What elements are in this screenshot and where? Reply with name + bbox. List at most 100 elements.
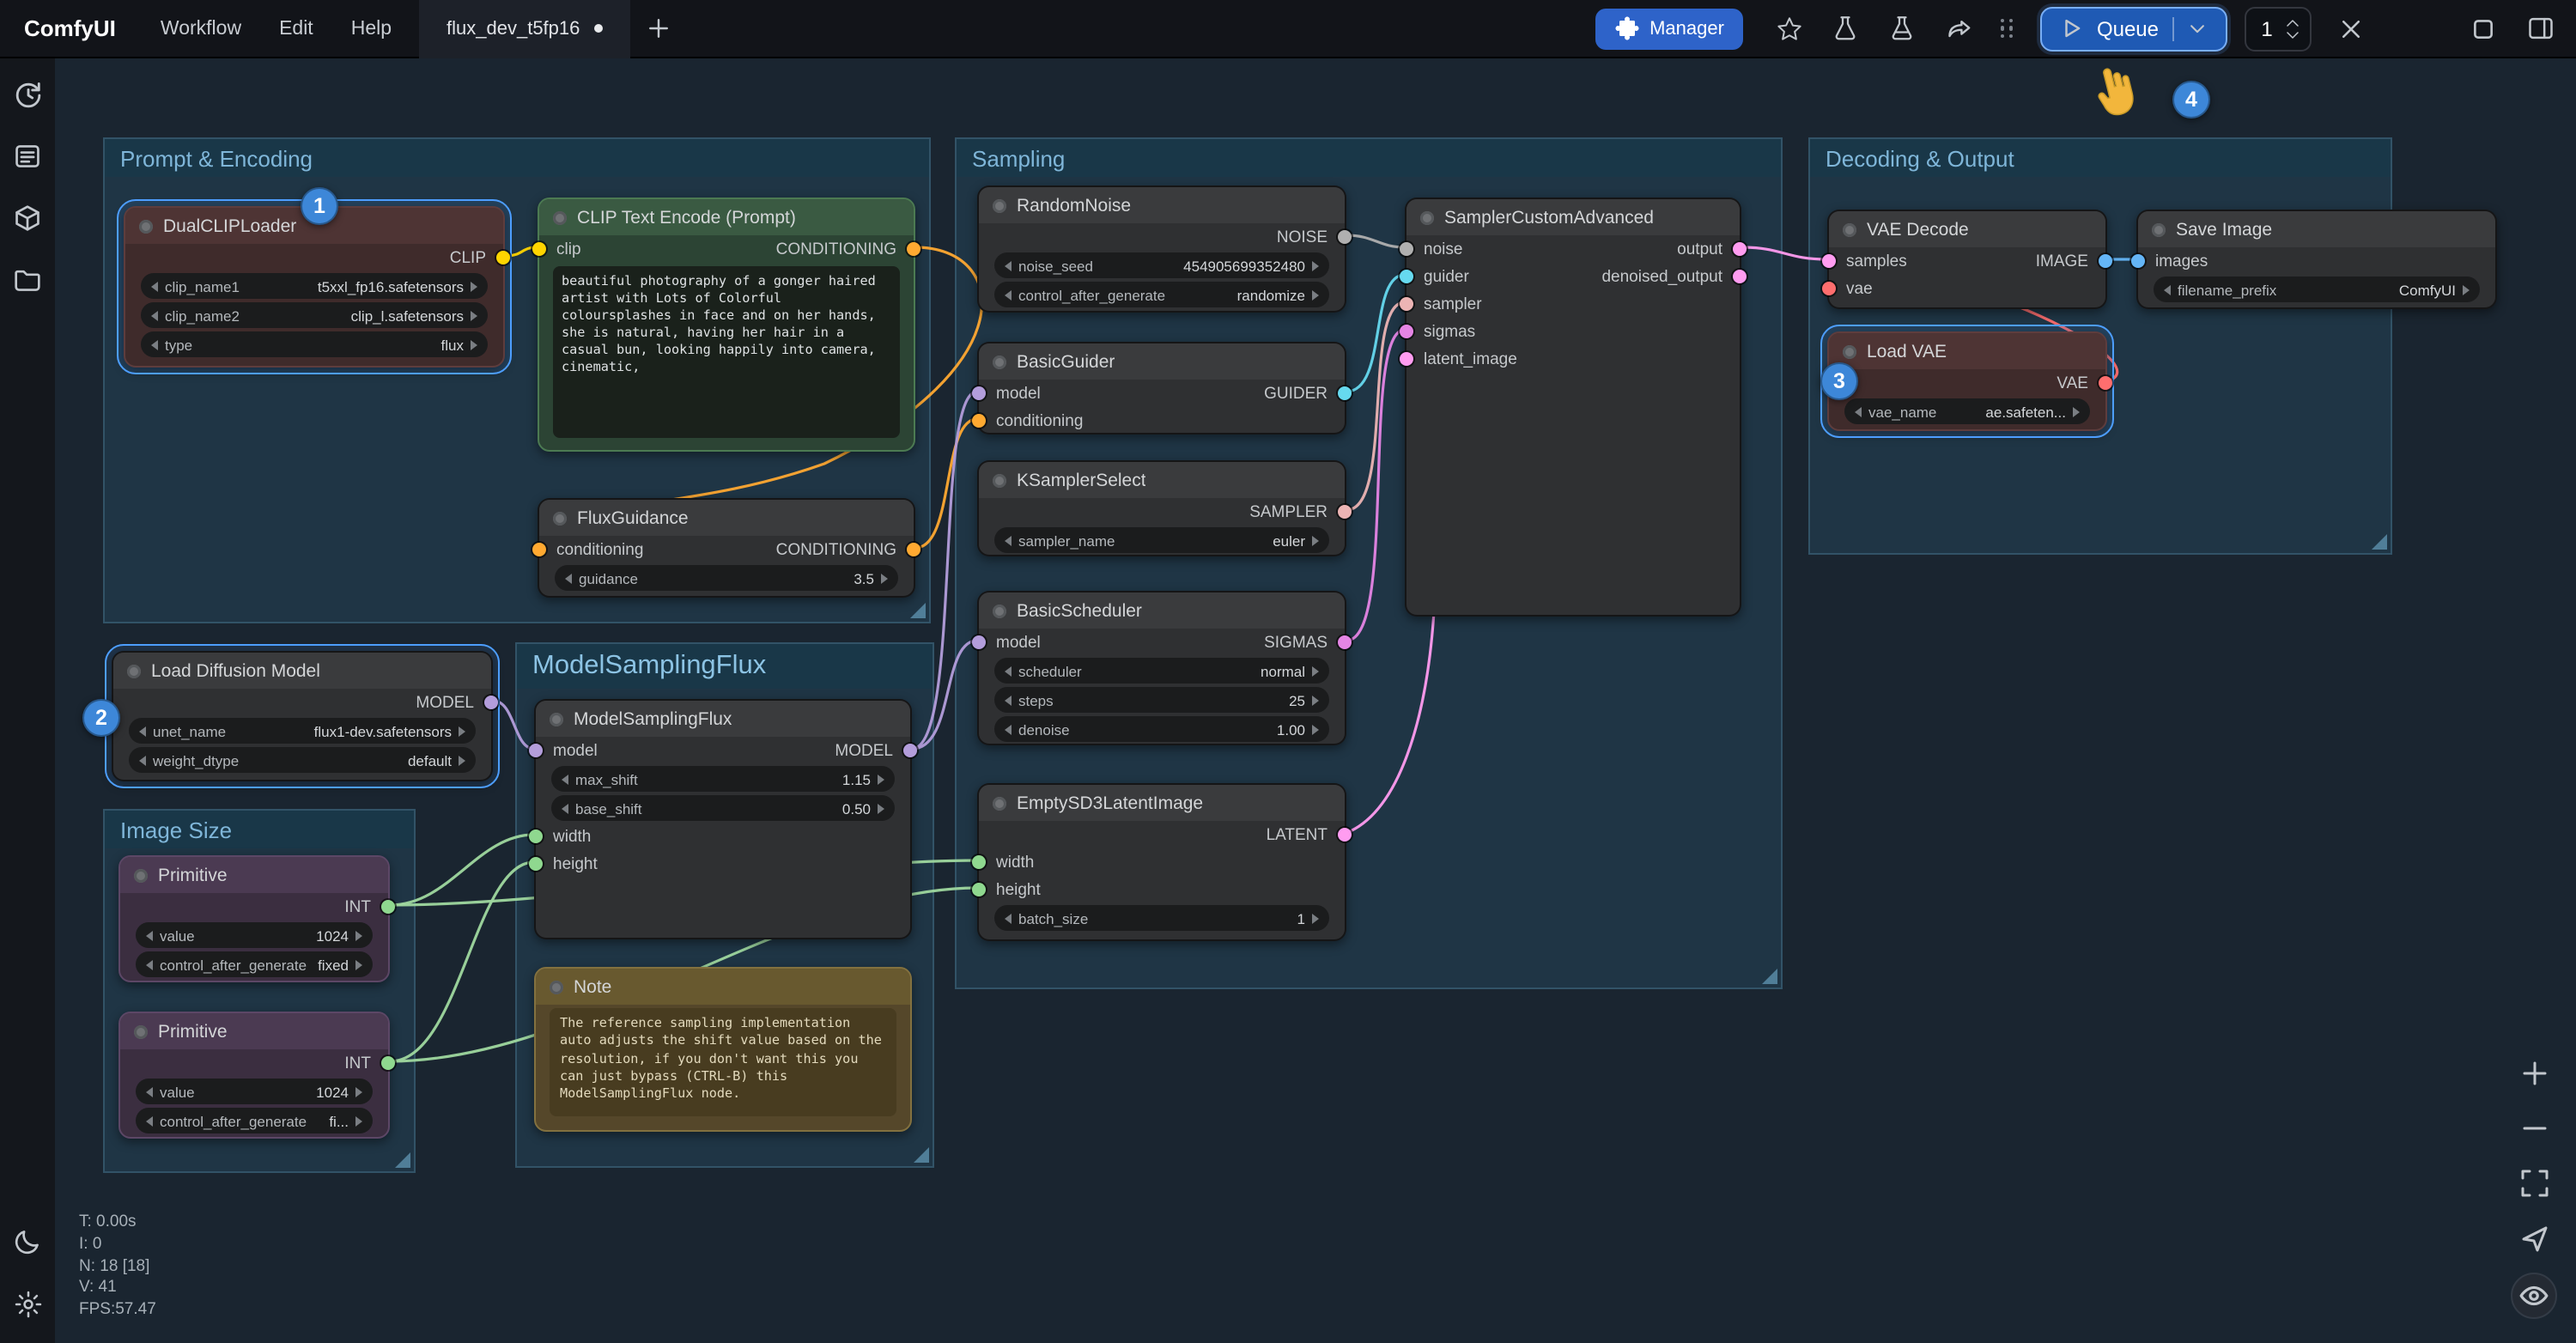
- node-clip-text-encode[interactable]: CLIP Text Encode (Prompt) clip CONDITION…: [538, 198, 915, 452]
- widget-max-shift[interactable]: max_shift 1.15: [551, 766, 895, 792]
- node-header[interactable]: Primitive: [120, 857, 388, 893]
- collapse-dot-icon[interactable]: [1420, 210, 1434, 224]
- int-output-slot[interactable]: [381, 900, 395, 914]
- stop-button[interactable]: [2468, 13, 2499, 44]
- noise-output-slot[interactable]: [1338, 230, 1352, 244]
- group-header[interactable]: Prompt & Encoding: [105, 139, 929, 177]
- collapse-dot-icon[interactable]: [993, 796, 1006, 810]
- widget-denoise[interactable]: denoise 1.00: [994, 716, 1329, 742]
- zoom-out-button[interactable]: [2514, 1108, 2554, 1147]
- widget-control-after-generate[interactable]: control_after_generate randomize: [994, 282, 1329, 307]
- node-header[interactable]: SamplerCustomAdvanced: [1406, 199, 1740, 235]
- sidebar-item-model-library[interactable]: [9, 261, 46, 299]
- widget-steps[interactable]: steps 25: [994, 687, 1329, 713]
- widget-sampler-name[interactable]: sampler_name euler: [994, 527, 1329, 553]
- batch-count-stepper[interactable]: 1: [2245, 6, 2312, 51]
- beaker-button-2[interactable]: [1887, 13, 1918, 44]
- queue-button[interactable]: Queue: [2040, 6, 2227, 51]
- drag-handle-icon[interactable]: [2001, 19, 2014, 39]
- node-dualcliploader[interactable]: DualCLIPLoader CLIP clip_name1 t5xxl_fp1…: [124, 206, 505, 368]
- conditioning-output-slot[interactable]: [907, 543, 920, 556]
- theme-toggle-button[interactable]: [9, 1223, 46, 1261]
- widget-base-shift[interactable]: base_shift 0.50: [551, 795, 895, 821]
- model-input-slot[interactable]: [972, 635, 986, 649]
- group-header[interactable]: Sampling: [957, 139, 1781, 177]
- group-header[interactable]: Decoding & Output: [1810, 139, 2391, 177]
- guider-input-slot[interactable]: [1400, 270, 1413, 283]
- settings-button[interactable]: [9, 1285, 46, 1322]
- group-resize-handle[interactable]: [1762, 969, 1777, 984]
- samples-input-slot[interactable]: [1822, 254, 1836, 268]
- node-emptysd3latentimage[interactable]: EmptySD3LatentImage LATENT width height …: [977, 783, 1346, 941]
- collapse-dot-icon[interactable]: [1843, 222, 1856, 236]
- output-slot[interactable]: [1733, 242, 1747, 256]
- fit-view-button[interactable]: [2514, 1163, 2554, 1202]
- collapse-dot-icon[interactable]: [993, 604, 1006, 617]
- collapse-dot-icon[interactable]: [134, 1024, 148, 1038]
- node-modelsamplingflux[interactable]: ModelSamplingFlux model MODEL max_shift …: [534, 699, 912, 939]
- node-header[interactable]: BasicGuider: [979, 343, 1345, 380]
- latent-image-input-slot[interactable]: [1400, 352, 1413, 366]
- node-header[interactable]: ModelSamplingFlux: [536, 701, 910, 737]
- widget-clip-name1[interactable]: clip_name1 t5xxl_fp16.safetensors: [141, 273, 488, 299]
- noise-input-slot[interactable]: [1400, 242, 1413, 256]
- width-input-slot[interactable]: [972, 855, 986, 869]
- group-resize-handle[interactable]: [395, 1152, 410, 1168]
- widget-value[interactable]: value 1024: [136, 1079, 373, 1104]
- graph-canvas[interactable]: Prompt & Encoding Sampling Decoding & Ou…: [0, 0, 2576, 1343]
- node-header[interactable]: CLIP Text Encode (Prompt): [539, 199, 914, 235]
- new-workflow-tab-button[interactable]: [647, 17, 669, 40]
- node-save-image[interactable]: Save Image images filename_prefix ComfyU…: [2136, 210, 2497, 309]
- sampler-output-slot[interactable]: [1338, 505, 1352, 519]
- collapse-dot-icon[interactable]: [553, 210, 567, 224]
- conditioning-input-slot[interactable]: [532, 543, 546, 556]
- cancel-run-button[interactable]: [2336, 13, 2366, 44]
- images-input-slot[interactable]: [2131, 254, 2145, 268]
- widget-filename-prefix[interactable]: filename_prefix ComfyUI: [2154, 276, 2480, 302]
- widget-clip-name2[interactable]: clip_name2 clip_l.safetensors: [141, 302, 488, 328]
- beaker-button-1[interactable]: [1831, 13, 1862, 44]
- height-input-slot[interactable]: [972, 883, 986, 896]
- model-output-slot[interactable]: [484, 696, 498, 709]
- menu-help[interactable]: Help: [351, 18, 392, 39]
- sidebar-item-node-library[interactable]: [9, 199, 46, 237]
- node-basicscheduler[interactable]: BasicScheduler model SIGMAS scheduler no…: [977, 591, 1346, 745]
- select-mode-button[interactable]: [2514, 1218, 2554, 1257]
- conditioning-input-slot[interactable]: [972, 414, 986, 428]
- node-header[interactable]: Note: [536, 969, 910, 1005]
- workflow-tab[interactable]: flux_dev_t5fp16: [419, 0, 629, 58]
- vae-input-slot[interactable]: [1822, 282, 1836, 295]
- menu-workflow[interactable]: Workflow: [161, 18, 241, 39]
- toggle-panel-button[interactable]: [2524, 13, 2555, 44]
- collapse-dot-icon[interactable]: [993, 473, 1006, 487]
- widget-control-after-generate[interactable]: control_after_generate fi...: [136, 1108, 373, 1133]
- node-primitive-height[interactable]: Primitive INT value 1024 control_after_g…: [118, 1012, 390, 1139]
- toggle-link-visibility-button[interactable]: [2511, 1273, 2557, 1319]
- node-header[interactable]: Load VAE: [1829, 333, 2105, 369]
- model-input-slot[interactable]: [529, 744, 543, 757]
- group-header[interactable]: ModelSamplingFlux: [517, 644, 933, 689]
- collapse-dot-icon[interactable]: [2152, 222, 2166, 236]
- zoom-in-button[interactable]: [2514, 1053, 2554, 1092]
- node-header[interactable]: RandomNoise: [979, 187, 1345, 223]
- node-randomnoise[interactable]: RandomNoise NOISE noise_seed 45490569935…: [977, 185, 1346, 313]
- widget-batch-size[interactable]: batch_size 1: [994, 905, 1329, 931]
- sidebar-item-history[interactable]: [9, 76, 46, 113]
- node-header[interactable]: VAE Decode: [1829, 211, 2105, 247]
- clip-output-slot[interactable]: [496, 251, 510, 264]
- collapse-dot-icon[interactable]: [134, 868, 148, 882]
- model-input-slot[interactable]: [972, 386, 986, 400]
- image-output-slot[interactable]: [2099, 254, 2112, 268]
- collapse-dot-icon[interactable]: [993, 198, 1006, 212]
- latent-output-slot[interactable]: [1338, 828, 1352, 842]
- node-header[interactable]: Save Image: [2138, 211, 2495, 247]
- widget-guidance[interactable]: guidance 3.5: [555, 565, 898, 591]
- sigmas-input-slot[interactable]: [1400, 325, 1413, 338]
- vae-output-slot[interactable]: [2099, 376, 2112, 390]
- manager-button[interactable]: Manager: [1595, 8, 1743, 49]
- widget-scheduler[interactable]: scheduler normal: [994, 658, 1329, 684]
- widget-noise-seed[interactable]: noise_seed 454905699352480: [994, 252, 1329, 278]
- collapse-dot-icon[interactable]: [993, 355, 1006, 368]
- widget-type[interactable]: type flux: [141, 331, 488, 357]
- widget-unet-name[interactable]: unet_name flux1-dev.safetensors: [129, 718, 476, 744]
